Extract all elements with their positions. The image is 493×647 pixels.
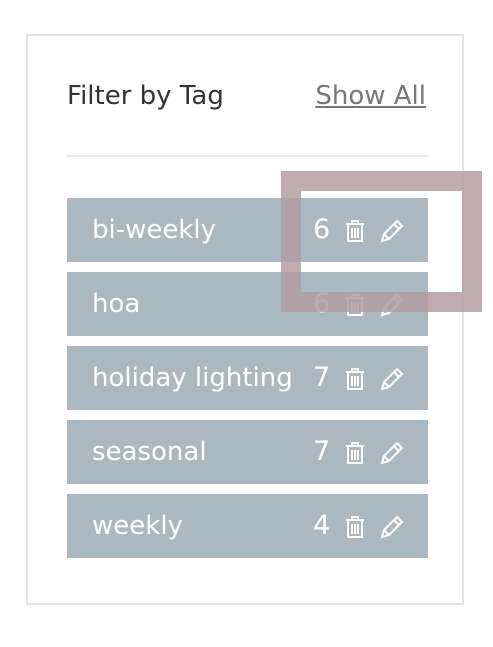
tag-name[interactable]: holiday lighting [92,346,293,410]
pencil-icon[interactable] [379,514,405,540]
tag-filter-panel: Filter by Tag Show All bi-weekly 6 hoa 6… [26,34,464,605]
pencil-icon[interactable] [379,440,405,466]
panel-title: Filter by Tag [67,81,224,111]
tag-row-bi-weekly[interactable]: bi-weekly 6 [67,198,428,262]
pencil-icon[interactable] [379,218,405,244]
tag-count: 7 [313,362,331,393]
tag-name[interactable]: bi-weekly [92,198,216,262]
pencil-icon[interactable] [379,366,405,392]
trash-icon[interactable] [345,294,365,316]
tag-name[interactable]: hoa [92,272,140,336]
tag-count: 7 [313,436,331,467]
divider [67,155,428,157]
tag-row-seasonal[interactable]: seasonal 7 [67,420,428,484]
tag-row-holiday-lighting[interactable]: holiday lighting 7 [67,346,428,410]
tag-name[interactable]: weekly [92,494,183,558]
tag-name[interactable]: seasonal [92,420,207,484]
trash-icon[interactable] [345,516,365,538]
tag-count: 6 [313,288,331,319]
tag-row-hoa[interactable]: hoa 6 [67,272,428,336]
tag-count: 6 [313,214,331,245]
tag-row-weekly[interactable]: weekly 4 [67,494,428,558]
tag-count: 4 [313,510,331,541]
trash-icon[interactable] [345,368,365,390]
tag-list: bi-weekly 6 hoa 6 holiday lighting 7 sea… [67,198,428,568]
trash-icon[interactable] [345,220,365,242]
trash-icon[interactable] [345,442,365,464]
show-all-link[interactable]: Show All [315,78,426,114]
pencil-icon[interactable] [379,292,405,318]
